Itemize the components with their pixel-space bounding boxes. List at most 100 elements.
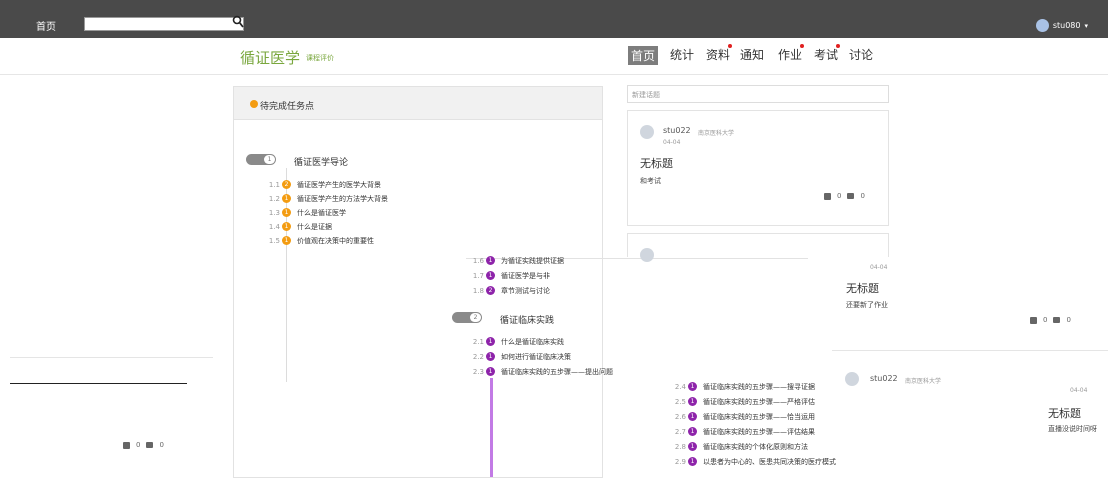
list-item[interactable]: 2.5 1 循证临床实践的五步骤——严格评估 (668, 396, 836, 407)
course-title: 循证医学 (240, 49, 301, 67)
comment-icon[interactable] (146, 442, 154, 448)
tab-home[interactable]: 首页 (628, 46, 659, 65)
list-item[interactable]: 2.8 1 循证临床实践的个体化原则和方法 (668, 441, 836, 452)
list-item[interactable]: 1.2 1 循证医学产生的方法学大背景 (262, 193, 388, 204)
thumbs-up-icon[interactable] (1030, 316, 1037, 324)
tab-exams[interactable]: 考试 (814, 46, 838, 63)
chapter1-number: 1 (264, 155, 275, 164)
new-topic-placeholder: 新建话题 (632, 91, 660, 99)
tab-discussion[interactable]: 讨论 (849, 46, 873, 63)
post-title[interactable]: 无标题 (640, 155, 673, 171)
assignments-notify-dot (800, 44, 804, 48)
task-count-badge: 2 (486, 286, 495, 295)
list-item[interactable]: 1.4 1 什么是证据 (262, 221, 388, 232)
list-item[interactable]: 2.1 1 什么是循证临床实践 (466, 336, 613, 347)
chapter1-list: 1.1 2 循证医学产生的医学大背景 1.2 1 循证医学产生的方法学大背景 1.3 1 什… (262, 179, 388, 246)
avatar (640, 125, 654, 139)
thumbs-up-icon[interactable] (123, 441, 130, 449)
fragment-divider (10, 357, 213, 358)
exams-notify-dot (836, 44, 840, 48)
discussion-card-partial[interactable] (627, 233, 889, 262)
list-item[interactable]: 1.6 1 为循证实践提供证据 (466, 255, 564, 266)
post-school: 南京医科大学 (698, 130, 735, 137)
task-count-badge: 1 (486, 337, 495, 346)
pending-dot-icon (250, 100, 258, 108)
comment-icon[interactable] (847, 193, 855, 199)
chapter2-number: 2 (470, 313, 481, 322)
post-stats: 0 0 (123, 441, 164, 449)
fragment-border (10, 383, 187, 384)
chapter1-toggle[interactable]: 1 (246, 154, 276, 165)
post-body: 和考试 (640, 177, 661, 185)
task-count-badge: 1 (688, 382, 697, 391)
task-count-badge: 1 (282, 194, 291, 203)
list-item[interactable]: 1.5 1 价值观在决策中的重要性 (262, 235, 388, 246)
post-title[interactable]: 无标题 (846, 280, 879, 296)
task-count-badge: 1 (688, 427, 697, 436)
avatar (640, 248, 654, 262)
post-author[interactable]: stu022 (870, 374, 898, 383)
list-item[interactable]: 2.3 1 循证临床实践的五步骤——提出问题 (466, 366, 613, 377)
list-item[interactable]: 2.2 1 如何进行循证临床决策 (466, 351, 613, 362)
task-count-badge: 2 (282, 180, 291, 189)
chapter2-title[interactable]: 循证临床实践 (500, 313, 554, 326)
task-count-badge: 1 (486, 271, 495, 280)
chevron-down-icon: ▾ (1084, 21, 1088, 30)
chapter1-title[interactable]: 循证医学导论 (294, 155, 348, 168)
discussion-card[interactable]: 04-04 无标题 还要新了作业 0 0 (808, 258, 1108, 342)
new-topic-input[interactable]: 新建话题 (627, 85, 889, 103)
task-panel-header: 待完成任务点 (233, 86, 603, 120)
chapter2-more-list: 2.4 1 循证临床实践的五步骤——搜寻证据 2.5 1 循证临床实践的五步骤——严格评… (668, 381, 836, 467)
chapter2-list: 2.1 1 什么是循证临床实践 2.2 1 如何进行循证临床决策 2.3 1 循证临床实践的… (466, 336, 613, 377)
list-item[interactable]: 1.8 2 章节测试与讨论 (466, 285, 564, 296)
post-stats: 0 0 (1030, 316, 1071, 324)
avatar (1035, 19, 1049, 32)
chapter2-toggle[interactable]: 2 (452, 312, 482, 323)
thumbs-up-icon[interactable] (824, 192, 831, 200)
list-item[interactable]: 2.7 1 循证临床实践的五步骤——评估结果 (668, 426, 836, 437)
post-title[interactable]: 无标题 (1048, 405, 1081, 421)
search-icon[interactable] (232, 15, 244, 29)
post-date: 04-04 (663, 139, 681, 146)
task-count-badge: 1 (282, 236, 291, 245)
nav-home-link[interactable]: 首页 (36, 18, 56, 33)
task-count-badge: 1 (688, 442, 697, 451)
search-input[interactable] (85, 24, 231, 36)
task-count-badge: 1 (486, 352, 495, 361)
task-count-badge: 1 (688, 397, 697, 406)
materials-notify-dot (728, 44, 732, 48)
list-item[interactable]: 1.7 1 循证医学是与非 (466, 270, 564, 281)
task-count-badge: 1 (486, 367, 495, 376)
avatar (845, 372, 859, 386)
task-count-badge: 1 (486, 256, 495, 265)
list-item[interactable]: 2.4 1 循证临床实践的五步骤——搜寻证据 (668, 381, 836, 392)
list-item[interactable]: 2.6 1 循证临床实践的五步骤——恰当运用 (668, 411, 836, 422)
post-date: 04-04 (870, 264, 888, 271)
course-evaluation-link[interactable]: 课程评价 (306, 53, 334, 63)
post-author[interactable]: stu022 (663, 126, 691, 135)
chapter1-more-list: 1.6 1 为循证实践提供证据 1.7 1 循证医学是与非 1.8 2 章节测试与讨论 (466, 255, 564, 296)
tab-materials[interactable]: 资料 (706, 46, 730, 63)
post-body: 还要新了作业 (846, 301, 888, 309)
discussion-card[interactable]: stu022 南京医科大学 04-04 无标题 和考试 0 0 (627, 110, 889, 226)
task-count-badge: 1 (688, 412, 697, 421)
list-item[interactable]: 1.1 2 循证医学产生的医学大背景 (262, 179, 388, 190)
post-school: 南京医科大学 (905, 378, 942, 385)
search-box[interactable] (84, 17, 244, 36)
tab-notices[interactable]: 通知 (740, 46, 764, 63)
tab-stats[interactable]: 统计 (670, 46, 694, 63)
post-body: 直播没说时间呀 (1048, 425, 1097, 433)
user-menu[interactable]: stu080 ▾ (1035, 19, 1088, 32)
task-panel-title: 待完成任务点 (260, 102, 315, 112)
list-item[interactable]: 1.3 1 什么是循证医学 (262, 207, 388, 218)
task-count-badge: 1 (688, 457, 697, 466)
card-divider (832, 350, 1108, 351)
task-count-badge: 1 (282, 208, 291, 217)
post-stats: 0 0 (824, 192, 865, 200)
chapter2-timeline (490, 378, 493, 477)
header-divider (0, 74, 1108, 75)
tab-assignments[interactable]: 作业 (778, 46, 802, 63)
discussion-card[interactable]: 04-04 无标题 直播没说时间呀 (1010, 382, 1108, 474)
comment-icon[interactable] (1053, 317, 1061, 323)
list-item[interactable]: 2.9 1 以患者为中心的、医患共同决策的医疗模式 (668, 456, 836, 467)
